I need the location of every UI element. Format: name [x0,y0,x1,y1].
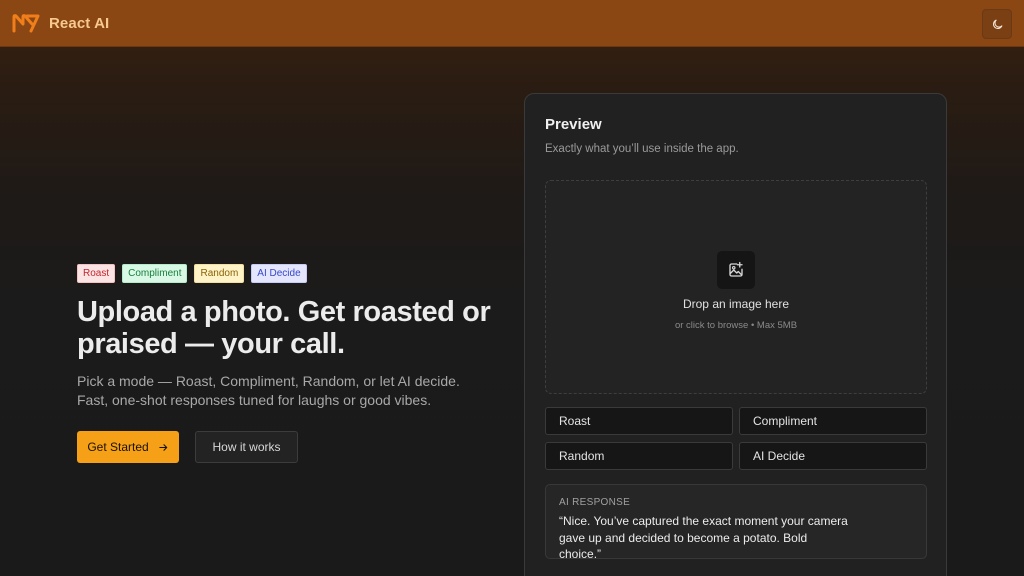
arrow-right-icon [158,443,167,451]
react-ai-logo[interactable] [12,13,40,33]
headline-line-1: Upload a photo. Get roasted or [77,296,491,328]
dropzone-icon-box [717,251,755,289]
brand-name[interactable]: React AI [49,15,109,32]
subtitle-line-2: Fast, one-shot responses tuned for laugh… [77,392,432,408]
badge-random: Random [194,264,245,283]
mode-random-button[interactable]: Random [545,442,733,470]
badge-ai-decide: AI Decide [251,264,307,283]
subtitle-line-1: Pick a mode — Roast, Compliment, Random,… [77,373,460,389]
ai-response-panel: AI RESPONSE “Nice. You’ve captured the e… [545,484,927,561]
ai-response-text: “Nice. You’ve captured the exact moment … [559,514,848,561]
mode-roast-button[interactable]: Roast [545,407,733,435]
mode-badges: Roast Compliment Random AI Decide [77,264,507,283]
image-plus-icon [729,261,743,277]
get-started-label: Get Started [87,440,149,454]
hero-subtitle: Pick a mode — Roast, Compliment, Random,… [77,372,507,410]
hero-section: Roast Compliment Random AI Decide Upload… [77,264,507,463]
hero-headline: Upload a photo. Get roasted or praised —… [77,296,507,360]
headline-line-2: praised — your call. [77,328,345,360]
dropzone-hint: or click to browse • Max 5MB [674,320,798,331]
hero-actions: Get Started How it works [77,431,507,463]
get-started-button[interactable]: Get Started [77,431,179,463]
moon-icon [992,19,1002,29]
theme-toggle-button[interactable] [982,9,1012,39]
preview-title: Preview [545,116,602,133]
image-dropzone[interactable]: Drop an image here or click to browse • … [545,180,927,394]
top-bar: React AI [0,0,1024,47]
ai-response-label: AI RESPONSE [559,497,631,508]
badge-compliment: Compliment [122,264,188,283]
how-it-works-label: How it works [212,440,281,454]
preview-subtitle: Exactly what you’ll use inside the app. [545,143,739,155]
badge-roast: Roast [77,264,116,283]
mode-selector: Roast Compliment Random AI Decide [545,407,927,470]
how-it-works-button[interactable]: How it works [195,431,298,463]
preview-card: Preview Exactly what you’ll use inside t… [524,93,947,576]
mode-compliment-button[interactable]: Compliment [739,407,927,435]
dropzone-title: Drop an image here [682,297,790,311]
mode-ai-decide-button[interactable]: AI Decide [739,442,927,470]
